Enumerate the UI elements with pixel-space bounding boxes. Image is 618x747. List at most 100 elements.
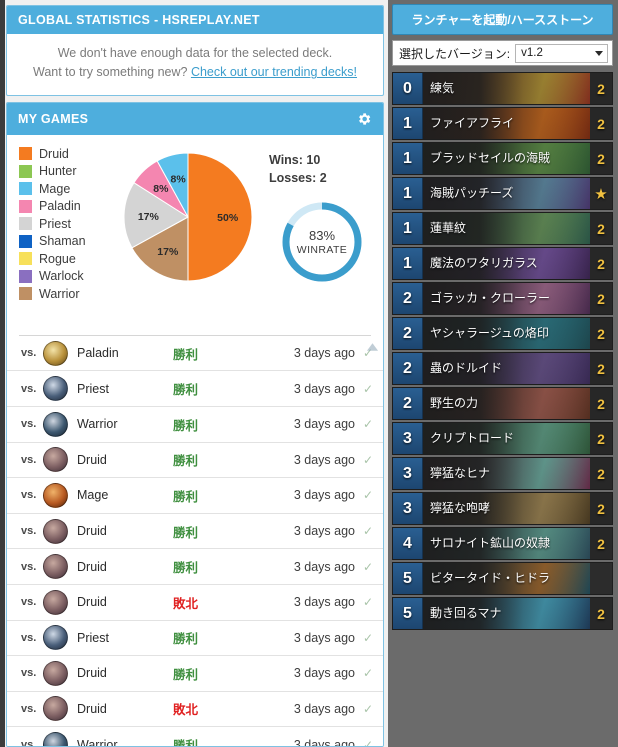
game-row[interactable]: vs. Warrior 勝利 3 days ago ✓ xyxy=(7,407,383,443)
game-row[interactable]: vs. Druid 勝利 3 days ago ✓ xyxy=(7,443,383,479)
pie-label-priest: 17% xyxy=(138,211,160,223)
card-count: 2 xyxy=(590,528,612,559)
game-timestamp: 3 days ago xyxy=(293,346,355,361)
deck-card-row[interactable]: 3 クリプトロード 2 xyxy=(392,422,613,455)
game-timestamp: 3 days ago xyxy=(293,630,355,645)
deck-card-row[interactable]: 0 練気 2 xyxy=(392,72,613,105)
game-timestamp: 3 days ago xyxy=(293,452,355,467)
opponent-class-name: Warrior xyxy=(77,737,118,746)
left-panel: GLOBAL STATISTICS - HSREPLAY.NET We don'… xyxy=(0,0,388,747)
my-games-title: MY GAMES xyxy=(18,111,89,126)
try-something-new-line: Want to try something new? Check out our… xyxy=(17,63,373,82)
card-mana-cost: 5 xyxy=(393,598,423,629)
vs-label: vs. xyxy=(21,667,37,680)
game-result: 勝利 xyxy=(173,454,199,469)
trending-decks-link[interactable]: Check out our trending decks! xyxy=(191,65,357,79)
game-timestamp: 3 days ago xyxy=(293,595,355,610)
legend-item-rogue: Rogue xyxy=(19,252,115,266)
uploaded-check-icon: ✓ xyxy=(362,381,373,396)
version-select[interactable]: v1.2 xyxy=(515,43,608,63)
legend-item-paladin: Paladin xyxy=(19,199,115,213)
global-statistics-body: We don't have enough data for the select… xyxy=(7,34,383,95)
card-mana-cost: 1 xyxy=(393,108,423,139)
opponent-class-name: Paladin xyxy=(77,346,119,361)
launch-hearthstone-button[interactable]: ランチャーを起動/ハースストーン xyxy=(392,4,613,35)
card-count: 2 xyxy=(590,458,612,489)
deck-card-row[interactable]: 1 魔法のワタリガラス 2 xyxy=(392,247,613,280)
card-name: ビタータイド・ヒドラ xyxy=(430,571,551,585)
game-row[interactable]: vs. Paladin 勝利 3 days ago ✓ xyxy=(7,336,383,372)
scroll-up-arrow-icon[interactable] xyxy=(366,342,379,352)
deck-card-row[interactable]: 3 獰猛なヒナ 2 xyxy=(392,457,613,490)
game-row[interactable]: vs. Warrior 勝利 3 days ago ✓ xyxy=(7,727,383,746)
opponent-class-name: Priest xyxy=(77,381,109,396)
card-mana-cost: 3 xyxy=(393,458,423,489)
card-main: 魔法のワタリガラス xyxy=(423,248,590,279)
deck-card-row[interactable]: 1 海賊パッチーズ ★ xyxy=(392,177,613,210)
card-main: 動き回るマナ xyxy=(423,598,590,629)
game-row[interactable]: vs. Priest 勝利 3 days ago ✓ xyxy=(7,371,383,407)
card-name: ブラッドセイルの海賊 xyxy=(430,151,551,165)
card-count: 2 xyxy=(590,143,612,174)
game-row[interactable]: vs. Druid 敗北 3 days ago ✓ xyxy=(7,585,383,621)
deck-statistics-area: Druid Hunter Mage Paladin Priest Shaman … xyxy=(7,135,383,335)
pie-label-paladin: 8% xyxy=(153,183,169,195)
opponent-class-name: Druid xyxy=(77,452,107,467)
legend-item-warrior: Warrior xyxy=(19,287,115,301)
opponent-class-icon xyxy=(43,554,68,580)
games-list[interactable]: vs. Paladin 勝利 3 days ago ✓ vs. Priest 勝利 3 days… xyxy=(7,335,383,746)
deck-card-row[interactable]: 5 動き回るマナ 2 xyxy=(392,597,613,630)
game-row[interactable]: vs. Druid 敗北 3 days ago ✓ xyxy=(7,692,383,728)
legend-label-warlock: Warlock xyxy=(39,269,84,284)
game-row[interactable]: vs. Mage 勝利 3 days ago ✓ xyxy=(7,478,383,514)
deck-card-row[interactable]: 2 ゴラッカ・クローラー 2 xyxy=(392,282,613,315)
opponent-class-icon xyxy=(43,696,68,722)
opponent-class-name: Druid xyxy=(77,595,107,610)
game-timestamp: 3 days ago xyxy=(293,524,355,539)
card-count xyxy=(590,563,612,594)
card-name: 獰猛なヒナ xyxy=(430,466,491,480)
game-row[interactable]: vs. Druid 勝利 3 days ago ✓ xyxy=(7,656,383,692)
vs-label: vs. xyxy=(21,702,37,715)
game-row[interactable]: vs. Druid 勝利 3 days ago ✓ xyxy=(7,549,383,585)
game-timestamp: 3 days ago xyxy=(293,488,355,503)
deck-card-row[interactable]: 2 蟲のドルイド 2 xyxy=(392,352,613,385)
deck-card-row[interactable]: 1 蓮華紋 2 xyxy=(392,212,613,245)
card-main: ビタータイド・ヒドラ xyxy=(423,563,590,594)
wins-label: Wins: 10 xyxy=(269,152,321,167)
card-mana-cost: 1 xyxy=(393,143,423,174)
gear-icon[interactable] xyxy=(355,110,373,128)
deck-card-row[interactable]: 2 野生の力 2 xyxy=(392,387,613,420)
card-name: サロナイト鉱山の奴隷 xyxy=(430,536,551,550)
deck-card-row[interactable]: 2 ヤシャラージュの烙印 2 xyxy=(392,317,613,350)
deck-card-row[interactable]: 1 ファイアフライ 2 xyxy=(392,107,613,140)
deck-card-list[interactable]: 0 練気 2 1 ファイアフライ 2 1 ブラッドセイルの海賊 2 1 海賊パッチーズ ★ 1 蓮華紋 2 1… xyxy=(392,72,613,630)
deck-card-row[interactable]: 1 ブラッドセイルの海賊 2 xyxy=(392,142,613,175)
deck-card-row[interactable]: 4 サロナイト鉱山の奴隷 2 xyxy=(392,527,613,560)
my-games-panel: MY GAMES Druid Hunter Mage Paladin Pries… xyxy=(6,101,384,747)
game-result: 敗北 xyxy=(173,596,199,611)
uploaded-check-icon: ✓ xyxy=(362,630,373,645)
version-label: 選択したバージョン: xyxy=(399,46,511,61)
vs-label: vs. xyxy=(21,418,37,431)
winrate-donut-chart: 83% WINRATE xyxy=(276,196,368,288)
legend-swatch-rogue xyxy=(19,252,32,266)
chevron-down-icon[interactable] xyxy=(595,50,603,56)
pie-svg: 50% 17% 17% 8%8% xyxy=(123,152,253,282)
game-timestamp: 3 days ago xyxy=(293,701,355,716)
card-name: クリプトロード xyxy=(430,431,515,445)
card-name: ファイアフライ xyxy=(430,116,515,130)
card-count: 2 xyxy=(590,213,612,244)
legend-item-hunter: Hunter xyxy=(19,164,115,178)
deck-card-row[interactable]: 5 ビタータイド・ヒドラ xyxy=(392,562,613,595)
opponent-class-icon xyxy=(43,376,68,402)
card-mana-cost: 2 xyxy=(393,283,423,314)
game-row[interactable]: vs. Priest 勝利 3 days ago ✓ xyxy=(7,621,383,657)
card-name: ヤシャラージュの烙印 xyxy=(430,326,549,340)
game-result: 敗北 xyxy=(173,703,199,718)
card-count: 2 xyxy=(590,388,612,419)
card-main: 海賊パッチーズ xyxy=(423,178,590,209)
game-row[interactable]: vs. Druid 勝利 3 days ago ✓ xyxy=(7,514,383,550)
card-main: ゴラッカ・クローラー xyxy=(423,283,590,314)
deck-card-row[interactable]: 3 獰猛な咆哮 2 xyxy=(392,492,613,525)
